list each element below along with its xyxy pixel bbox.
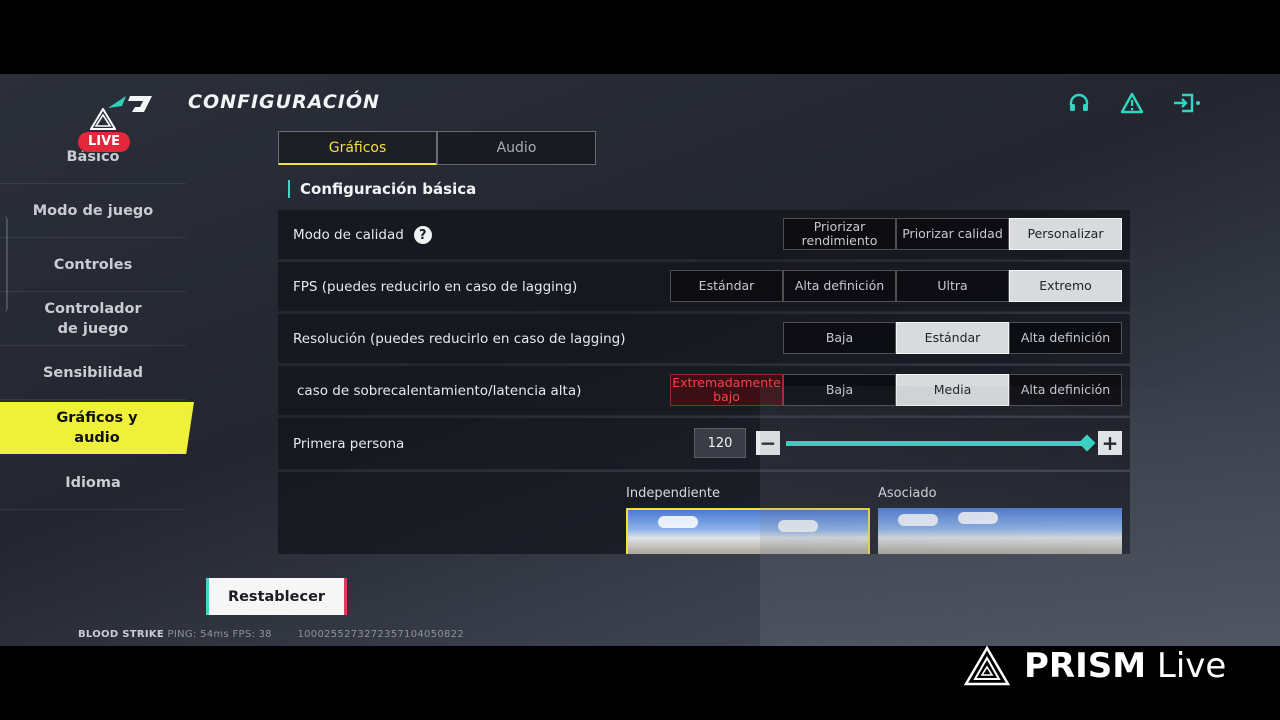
graphics-options: Extremadamente bajo Baja Media Alta defi… <box>670 374 1122 406</box>
settings-panel: Modo de calidad ? Priorizar rendimiento … <box>278 210 1130 554</box>
quality-options: Priorizar rendimiento Priorizar calidad … <box>783 218 1122 250</box>
plus-icon[interactable]: + <box>1098 431 1122 455</box>
view-mode-thumbnail-independiente[interactable] <box>626 508 870 554</box>
fps-options: Estándar Alta definición Ultra Extremo <box>670 270 1122 302</box>
prism-logo-icon <box>964 646 1010 686</box>
question-icon[interactable]: ? <box>413 226 432 244</box>
quality-label: Modo de calidad <box>293 227 404 243</box>
fov-slider-thumb[interactable] <box>1078 434 1096 452</box>
page-title: CONFIGURACIÓN <box>188 91 380 113</box>
reset-button[interactable]: Restablecer <box>206 578 347 615</box>
status-bar: BLOOD STRIKE PING: 54ms FPS: 38 10002552… <box>78 629 464 640</box>
fps-option[interactable]: Estándar <box>670 270 783 302</box>
game-window: CONFIGURACIÓN LIVE Básico Modo de juego … <box>0 74 1280 646</box>
graphics-option[interactable]: Baja <box>783 374 896 406</box>
quality-row: Modo de calidad ? Priorizar rendimiento … <box>278 210 1130 260</box>
quality-label-wrap: Modo de calidad ? <box>293 210 432 260</box>
fps-row: FPS (puedes reducirlo en caso de lagging… <box>278 262 1130 312</box>
resolution-options: Baja Estándar Alta definición <box>783 322 1122 354</box>
quality-option[interactable]: Priorizar rendimiento <box>783 218 896 250</box>
prism-live-watermark: PRISM Live <box>964 645 1226 687</box>
status-fps: FPS: 38 <box>232 629 272 640</box>
sidebar-item-label: Controlador de juego <box>44 300 142 337</box>
status-id: 1000255273272357104050822 <box>297 629 465 640</box>
fov-slider-fill <box>786 441 1087 446</box>
thumbnail-cloud <box>898 514 938 526</box>
graphics-option[interactable]: Extremadamente bajo <box>670 374 783 406</box>
resolution-option[interactable]: Alta definición <box>1009 322 1122 354</box>
graphics-row: caso de sobrecalentamiento/latencia alta… <box>278 366 1130 416</box>
fps-option[interactable]: Extremo <box>1009 270 1122 302</box>
prism-logo-icon <box>90 108 116 130</box>
thumbnail-cloud <box>658 516 698 528</box>
resolution-label: Resolución (puedes reducirlo en caso de … <box>293 331 626 347</box>
thumbnail-cloud <box>958 512 998 524</box>
fov-row: Primera persona 120 − + <box>278 418 1130 470</box>
graphics-option[interactable]: Alta definición <box>1009 374 1122 406</box>
view-mode-row: Independiente Asociado <box>278 472 1130 554</box>
fov-label: Primera persona <box>293 436 405 452</box>
view-mode-thumbnail-asociado[interactable] <box>878 508 1122 554</box>
tab-audio[interactable]: Audio <box>437 131 596 165</box>
resolution-row: Resolución (puedes reducirlo en caso de … <box>278 314 1130 364</box>
sidebar-item-modo-de-juego[interactable]: Modo de juego <box>0 184 186 238</box>
resolution-option[interactable]: Baja <box>783 322 896 354</box>
sidebar-item-label: Idioma <box>65 474 121 491</box>
sidebar-item-controles[interactable]: Controles <box>0 238 186 292</box>
watermark-brand: PRISM <box>1024 646 1147 686</box>
sidebar-item-label: Modo de juego <box>32 202 154 219</box>
status-ping: PING: 54ms <box>167 629 229 640</box>
fov-slider[interactable] <box>786 434 1096 452</box>
sidebar-item-label: Controles <box>53 256 133 273</box>
resolution-option[interactable]: Estándar <box>896 322 1009 354</box>
tab-bar: Gráficos Audio <box>278 131 596 165</box>
sidebar-item-label: Sensibilidad <box>42 364 144 381</box>
fps-label: FPS (puedes reducirlo en caso de lagging… <box>293 279 578 295</box>
fov-value[interactable]: 120 <box>694 428 746 458</box>
sidebar: Básico Modo de juego Controles Controlad… <box>0 130 194 510</box>
view-mode-label: Asociado <box>878 486 937 501</box>
minus-icon[interactable]: − <box>756 431 780 455</box>
watermark-product: Live <box>1156 646 1227 686</box>
fps-option[interactable]: Alta definición <box>783 270 896 302</box>
sidebar-item-label: Gráficos y audio <box>56 410 138 446</box>
sidebar-item-controlador[interactable]: Controlador de juego <box>0 292 186 346</box>
warning-icon[interactable] <box>1120 91 1144 115</box>
graphics-label: caso de sobrecalentamiento/latencia alta… <box>297 383 582 399</box>
section-title: Configuración básica <box>288 180 476 198</box>
fps-option[interactable]: Ultra <box>896 270 1009 302</box>
headset-icon[interactable] <box>1067 91 1091 115</box>
tab-graficos[interactable]: Gráficos <box>278 131 437 165</box>
quality-option[interactable]: Priorizar calidad <box>896 218 1009 250</box>
sidebar-item-sensibilidad[interactable]: Sensibilidad <box>0 346 186 400</box>
status-game-name: BLOOD STRIKE <box>78 629 165 640</box>
watermark-text: PRISM Live <box>1024 646 1226 686</box>
exit-icon[interactable] <box>1172 91 1202 115</box>
graphics-option[interactable]: Media <box>896 374 1009 406</box>
view-mode-label: Independiente <box>626 486 721 501</box>
sidebar-item-idioma[interactable]: Idioma <box>0 456 186 510</box>
quality-option[interactable]: Personalizar <box>1009 218 1122 250</box>
thumbnail-cloud <box>778 520 818 532</box>
sidebar-item-graficos-y-audio[interactable]: Gráficos y audio <box>0 402 194 454</box>
live-badge: LIVE <box>78 132 130 152</box>
